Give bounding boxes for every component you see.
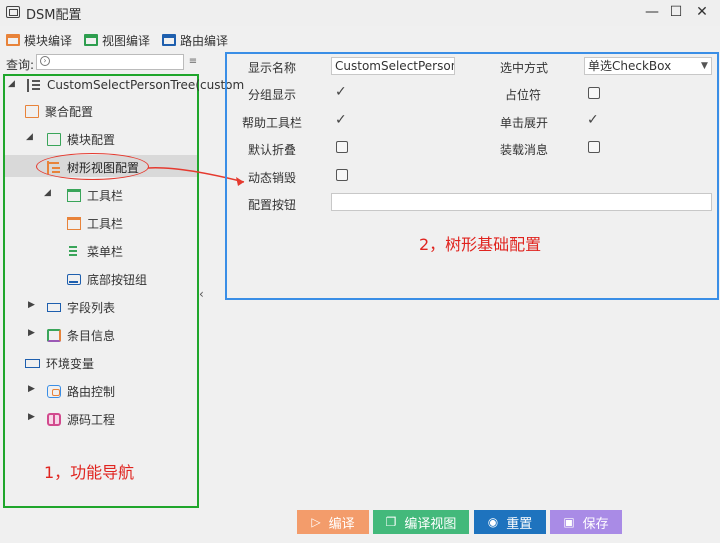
help-toolbar-checkbox[interactable]: ✓	[335, 113, 347, 127]
tree-item-toolbar-group[interactable]: 工具栏	[67, 184, 123, 206]
window-title: DSM配置	[26, 8, 82, 23]
tree-item-route-control[interactable]: 路由控制	[47, 380, 115, 402]
expand-arrow-icon[interactable]: ▶	[28, 328, 35, 338]
selection-mode-label: 选中方式	[500, 61, 549, 75]
expand-arrow-icon[interactable]: ▶	[28, 412, 35, 422]
group-display-label: 分组显示	[248, 88, 297, 102]
tree-item-item-info[interactable]: 条目信息	[47, 324, 115, 346]
collapse-arrow-icon[interactable]: ◢	[44, 188, 51, 198]
reset-button[interactable]: ◉ 重置	[474, 510, 546, 534]
save-icon: ▣	[563, 515, 575, 529]
route-compile-button[interactable]: 路由编译	[162, 31, 228, 49]
chevron-down-icon[interactable]: ▼	[697, 57, 712, 75]
compile-button[interactable]: ▷ 编译	[297, 510, 369, 534]
env-vars-icon	[25, 358, 40, 368]
title-bar	[0, 0, 720, 26]
menubar-icon	[67, 245, 81, 258]
view-compile-icon	[84, 34, 98, 46]
display-name-input[interactable]: CustomSelectPersonTree	[331, 57, 455, 75]
tree-list-icon	[27, 78, 41, 92]
single-click-expand-checkbox[interactable]: ✓	[587, 113, 599, 127]
tree-item-module-config[interactable]: 模块配置	[47, 128, 115, 150]
group-display-checkbox[interactable]: ✓	[335, 85, 347, 99]
compile-view-button[interactable]: ❐ 编译视图	[373, 510, 469, 534]
view-compile-button[interactable]: 视图编译	[84, 31, 150, 49]
placeholder-label: 占位符	[505, 88, 542, 102]
toolbar-group-icon	[67, 188, 81, 202]
module-config-icon	[47, 132, 61, 146]
search-input[interactable]	[36, 54, 184, 70]
annotation-function-nav: 1，功能导航	[44, 463, 135, 482]
tree-item-aggregate[interactable]: 聚合配置	[25, 100, 93, 122]
search-label: 查询:	[6, 58, 35, 72]
refresh-icon: ◉	[487, 515, 499, 529]
expand-arrow-icon[interactable]: ▶	[28, 384, 35, 394]
route-compile-icon	[162, 34, 176, 46]
tree-item-source-project[interactable]: 源码工程	[47, 408, 115, 430]
source-project-icon	[47, 412, 61, 426]
tree-config-panel	[225, 52, 719, 300]
config-buttons-input[interactable]	[331, 193, 712, 211]
module-compile-button[interactable]: 模块编译	[6, 31, 72, 49]
close-button[interactable]: ✕	[690, 2, 714, 22]
placeholder-checkbox[interactable]	[588, 87, 600, 99]
tree-item-toolbar[interactable]: 工具栏	[67, 212, 123, 234]
bottom-buttons-icon	[67, 273, 81, 285]
load-message-label: 装载消息	[500, 143, 549, 157]
tree-item-env-vars[interactable]: 环境变量	[25, 352, 94, 374]
tree-item-menubar[interactable]: 菜单栏	[67, 240, 123, 262]
toolbar: 模块编译 视图编译 路由编译	[0, 28, 720, 52]
module-compile-icon	[6, 34, 20, 46]
config-buttons-label: 配置按钮	[248, 198, 297, 212]
display-name-label: 显示名称	[248, 61, 297, 75]
help-toolbar-label: 帮助工具栏	[242, 116, 303, 130]
maximize-button[interactable]: ☐	[664, 2, 688, 22]
copy-icon: ❐	[385, 515, 397, 529]
tree-item-root[interactable]: CustomSelectPersonTree(custom	[27, 74, 244, 96]
default-collapse-checkbox[interactable]	[336, 141, 348, 153]
collapse-arrow-icon[interactable]: ◢	[8, 79, 15, 89]
play-icon: ▷	[311, 515, 321, 529]
load-message-checkbox[interactable]	[588, 141, 600, 153]
tree-item-bottom-buttons[interactable]: 底部按钮组	[67, 268, 147, 290]
item-info-icon	[47, 328, 61, 342]
search-icon: ›	[40, 56, 50, 66]
save-button[interactable]: ▣ 保存	[550, 510, 622, 534]
collapse-panel-handle[interactable]: ‹	[199, 287, 204, 301]
field-list-icon	[47, 302, 61, 312]
default-collapse-label: 默认折叠	[248, 143, 297, 157]
route-control-icon	[47, 384, 61, 398]
minimize-button[interactable]: —	[640, 2, 664, 22]
aggregate-config-icon	[25, 104, 39, 118]
selection-mode-select[interactable]: 单选CheckBox	[584, 57, 712, 75]
search-options-icon[interactable]: ≡	[186, 54, 200, 70]
collapse-arrow-icon[interactable]: ◢	[26, 132, 33, 142]
dynamic-destroy-checkbox[interactable]	[336, 169, 348, 181]
annotation-tree-config: 2，树形基础配置	[419, 235, 542, 254]
expand-arrow-icon[interactable]: ▶	[28, 300, 35, 310]
toolbar-icon	[67, 216, 81, 230]
dynamic-destroy-label: 动态销毁	[248, 171, 297, 185]
window-icon	[6, 6, 20, 18]
highlight-ellipse	[36, 153, 149, 180]
tree-item-field-list[interactable]: 字段列表	[47, 296, 115, 318]
single-click-expand-label: 单击展开	[500, 116, 549, 130]
navigation-tree-panel: ◢ CustomSelectPersonTree(custom 聚合配置 ◢ 模…	[3, 74, 244, 508]
